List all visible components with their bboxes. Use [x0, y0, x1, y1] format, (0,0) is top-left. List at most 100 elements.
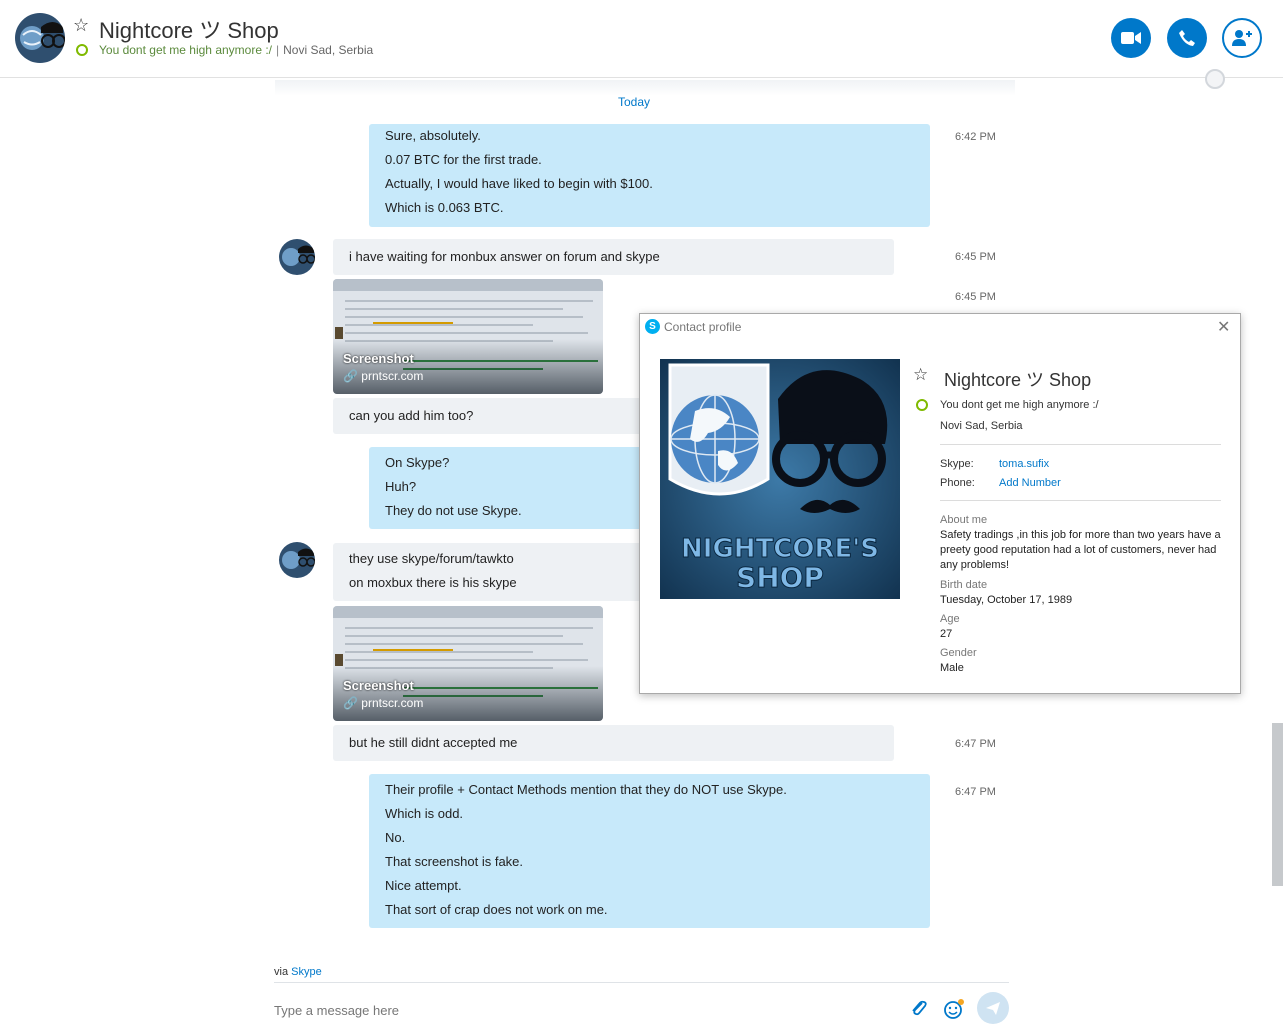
- profile-picture: NIGHTCORE'S SHOP: [660, 359, 900, 599]
- message-line: On Skype?: [385, 455, 450, 470]
- message-timestamp: 6:45 PM: [955, 291, 996, 303]
- incoming-message[interactable]: but he still didnt accepted me: [333, 725, 894, 761]
- preview-domain: 🔗 prntscr.com: [343, 369, 423, 383]
- preview-shade: [333, 666, 603, 721]
- favorite-star-icon[interactable]: ☆: [73, 15, 89, 36]
- date-divider: Today: [618, 95, 651, 109]
- skype-id-link[interactable]: toma.sufix: [999, 458, 1049, 470]
- link-icon: 🔗: [343, 369, 358, 383]
- message-line: Their profile + Contact Methods mention …: [385, 782, 787, 797]
- via-note: via Skype: [274, 966, 322, 978]
- contact-avatar[interactable]: [15, 13, 65, 63]
- divider: [940, 500, 1221, 501]
- composer-divider: [274, 982, 1009, 983]
- message-line: Huh?: [385, 479, 417, 494]
- preview-domain-text: prntscr.com: [361, 696, 424, 710]
- emoticon-icon: [944, 999, 964, 1019]
- audio-call-button[interactable]: [1167, 18, 1207, 58]
- contact-profile-window: S Contact profile ✕ NIGHTCORE'S SHOP ☆ N…: [639, 313, 1241, 694]
- link-icon: 🔗: [343, 696, 358, 710]
- birth-date-label: Birth date: [940, 579, 988, 591]
- skype-label: Skype:: [940, 458, 974, 470]
- link-preview-card[interactable]: Screenshot 🔗 prntscr.com: [333, 279, 603, 394]
- message-line: they use skype/forum/tawkto: [349, 551, 514, 566]
- outgoing-message[interactable]: Their profile + Contact Methods mention …: [369, 774, 930, 928]
- message-timestamp: 6:42 PM: [955, 131, 996, 143]
- video-call-button[interactable]: [1111, 18, 1151, 58]
- message-line: No.: [385, 830, 406, 845]
- mood-message: You dont get me high anymore :/: [99, 43, 273, 57]
- message-line: That sort of crap does not work on me.: [385, 902, 608, 917]
- message-line: Nice attempt.: [385, 878, 462, 893]
- outgoing-message[interactable]: On Skype? Huh? They do not use Skype.: [369, 447, 659, 529]
- message-line: i have waiting for monbux answer on foru…: [349, 249, 660, 264]
- older-messages-fade: [275, 80, 1015, 96]
- phone-icon: [1179, 30, 1195, 46]
- link-preview-card[interactable]: Screenshot 🔗 prntscr.com: [333, 606, 603, 721]
- message-timestamp: 6:47 PM: [955, 786, 996, 798]
- attach-file-button[interactable]: [908, 998, 930, 1020]
- message-line: Which is odd.: [385, 806, 464, 821]
- conversation-header: ☆ Nightcore ツ Shop You dont get me high …: [0, 0, 1283, 78]
- incoming-message[interactable]: can you add him too?: [333, 398, 653, 434]
- divider: [940, 444, 1221, 445]
- message-line: can you add him too?: [349, 408, 474, 423]
- favorite-star-icon[interactable]: ☆: [913, 365, 928, 385]
- message-line: but he still didnt accepted me: [349, 735, 518, 750]
- add-participant-button[interactable]: [1222, 18, 1262, 58]
- message-line: They do not use Skype.: [385, 503, 522, 518]
- gender-value: Male: [940, 662, 964, 674]
- sender-avatar[interactable]: [279, 542, 315, 578]
- profile-name: Nightcore ツ Shop: [944, 370, 1092, 390]
- message-line: That screenshot is fake.: [385, 854, 524, 869]
- message-line: Which is 0.063 BTC.: [385, 200, 504, 215]
- birth-date-value: Tuesday, October 17, 1989: [940, 594, 1073, 606]
- outgoing-message[interactable]: Sure, absolutely. 0.07 BTC for the first…: [369, 124, 930, 227]
- send-button[interactable]: [977, 992, 1009, 1024]
- incoming-message[interactable]: they use skype/forum/tawkto on moxbux th…: [333, 543, 653, 601]
- add-number-link[interactable]: Add Number: [999, 477, 1061, 489]
- send-arrow-icon: [986, 1002, 1000, 1015]
- profile-location: Novi Sad, Serbia: [940, 420, 1023, 432]
- message-line: 0.07 BTC for the first trade.: [385, 152, 542, 167]
- phone-label: Phone:: [940, 477, 975, 489]
- scrollbar-thumb[interactable]: [1272, 723, 1283, 886]
- age-value: 27: [940, 628, 953, 640]
- preview-title: Screenshot: [343, 351, 414, 366]
- message-timestamp: 6:45 PM: [955, 251, 996, 263]
- emoticon-button[interactable]: [943, 998, 965, 1020]
- online-status-icon: [76, 44, 88, 56]
- about-text: Safety tradings ,in this job for more th…: [940, 529, 1221, 571]
- gender-label: Gender: [940, 647, 977, 659]
- add-person-icon: [1232, 30, 1252, 46]
- online-status-icon: [916, 399, 928, 411]
- message-line: on moxbux there is his skype: [349, 575, 517, 590]
- preview-title: Screenshot: [343, 678, 414, 693]
- mood-separator: |: [276, 43, 280, 57]
- contact-name: Nightcore ツ Shop: [99, 18, 279, 43]
- contact-mood-line: You dont get me high anymore :/| Novi Sad…: [99, 43, 373, 57]
- preview-domain: 🔗 prntscr.com: [343, 696, 423, 710]
- sender-avatar[interactable]: [279, 239, 315, 275]
- incoming-message[interactable]: i have waiting for monbux answer on foru…: [333, 239, 894, 275]
- preview-shade: [333, 339, 603, 394]
- via-prefix: via: [274, 966, 289, 978]
- via-skype-link[interactable]: Skype: [291, 966, 322, 978]
- message-line: Actually, I would have liked to begin wi…: [385, 176, 653, 191]
- profile-mood: You dont get me high anymore :/: [940, 399, 1099, 411]
- video-camera-icon: [1121, 32, 1141, 44]
- logo-text-line-2: SHOP: [736, 561, 824, 594]
- preview-domain-text: prntscr.com: [361, 369, 424, 383]
- globe-icon[interactable]: [1205, 69, 1225, 89]
- message-input[interactable]: [274, 1000, 874, 1020]
- contact-location: Novi Sad, Serbia: [283, 43, 374, 57]
- window-title: Contact profile: [664, 320, 742, 334]
- about-label: About me: [940, 514, 988, 526]
- logo-text-line-1: NIGHTCORE'S: [681, 534, 879, 564]
- paperclip-icon: [912, 1000, 927, 1016]
- close-icon[interactable]: ✕: [1217, 317, 1230, 337]
- age-label: Age: [940, 613, 960, 625]
- message-timestamp: 6:47 PM: [955, 738, 996, 750]
- skype-logo-icon: S: [645, 319, 660, 334]
- message-line: Sure, absolutely.: [385, 128, 481, 143]
